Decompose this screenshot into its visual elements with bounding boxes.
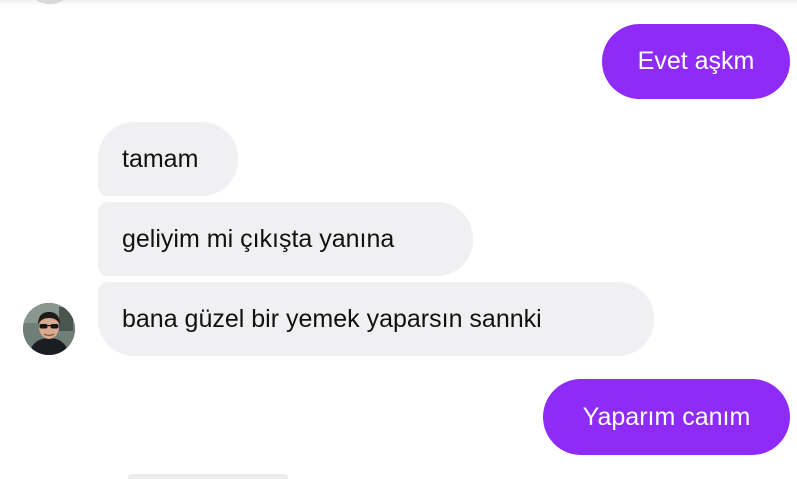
- incoming-message-bubble[interactable]: geliyim mi çıkışta yanına: [98, 202, 473, 276]
- sender-avatar[interactable]: [23, 303, 75, 355]
- message-text: geliyim mi çıkışta yanına: [122, 224, 395, 253]
- message-text: Evet aşkm: [637, 47, 755, 75]
- incoming-message-bubble[interactable]: bana güzel bir yemek yaparsın sannki: [98, 282, 654, 356]
- chat-thread: Evet aşkm tamam geliyim mi çıkışta yanın…: [0, 0, 797, 479]
- message-text: tamam: [122, 144, 199, 173]
- message-text: Yaparım canım: [582, 402, 751, 431]
- outgoing-message-bubble[interactable]: Evet aşkm: [602, 24, 790, 99]
- avatar-photo: [23, 303, 75, 355]
- outgoing-message-bubble[interactable]: Yaparım canım: [543, 379, 790, 455]
- previous-message-edge: [0, 0, 797, 6]
- incoming-message-bubble[interactable]: tamam: [98, 122, 238, 196]
- next-message-edge: [128, 474, 288, 479]
- message-text: bana güzel bir yemek yaparsın sannki: [122, 304, 542, 333]
